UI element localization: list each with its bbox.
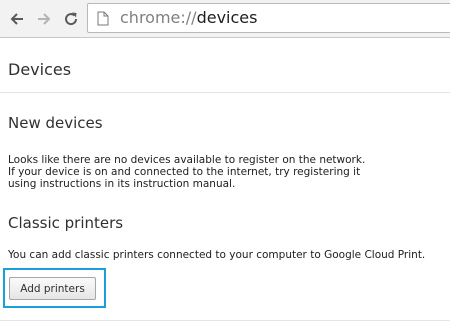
- bottom-divider: [0, 320, 450, 321]
- forward-button[interactable]: [33, 8, 55, 30]
- new-devices-text-line-2: If your device is on and connected to th…: [8, 166, 361, 178]
- url-host: devices: [196, 8, 258, 27]
- new-devices-heading: New devices: [8, 114, 103, 132]
- classic-printers-description: You can add classic printers connected t…: [8, 249, 426, 261]
- page-icon: [97, 11, 109, 26]
- add-printers-button[interactable]: Add printers: [9, 277, 96, 300]
- url-scheme: chrome://: [120, 8, 197, 27]
- arrow-right-icon: [38, 13, 51, 25]
- classic-printers-heading: Classic printers: [8, 214, 124, 232]
- browser-toolbar: chrome://devices: [0, 0, 450, 38]
- divider: [0, 92, 450, 93]
- address-bar[interactable]: chrome://devices: [87, 3, 450, 33]
- arrow-left-icon: [10, 13, 23, 25]
- new-devices-text-line-1: Looks like there are no devices availabl…: [8, 154, 366, 166]
- page-title: Devices: [8, 60, 72, 79]
- reload-icon: [65, 12, 78, 26]
- back-button[interactable]: [6, 8, 28, 30]
- url-text[interactable]: chrome://devices: [120, 8, 257, 28]
- new-devices-text-line-3: using instructions in its instruction ma…: [8, 178, 236, 190]
- reload-button[interactable]: [60, 8, 82, 30]
